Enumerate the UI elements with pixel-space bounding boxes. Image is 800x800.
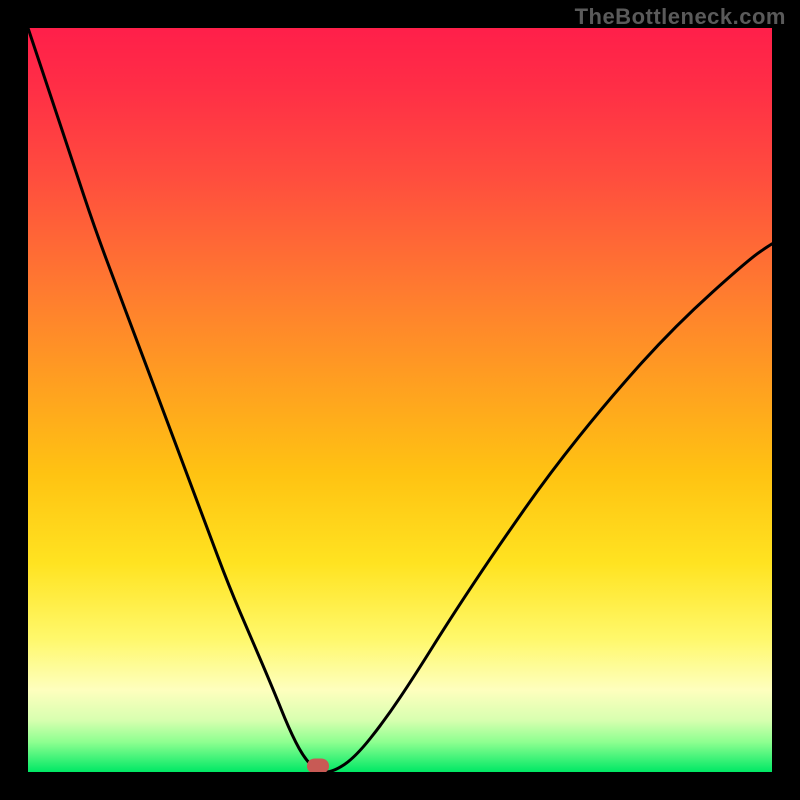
chart-frame: TheBottleneck.com <box>0 0 800 800</box>
plot-area <box>28 28 772 772</box>
optimum-marker <box>307 759 329 773</box>
watermark-text: TheBottleneck.com <box>575 4 786 30</box>
bottleneck-curve <box>28 28 772 772</box>
